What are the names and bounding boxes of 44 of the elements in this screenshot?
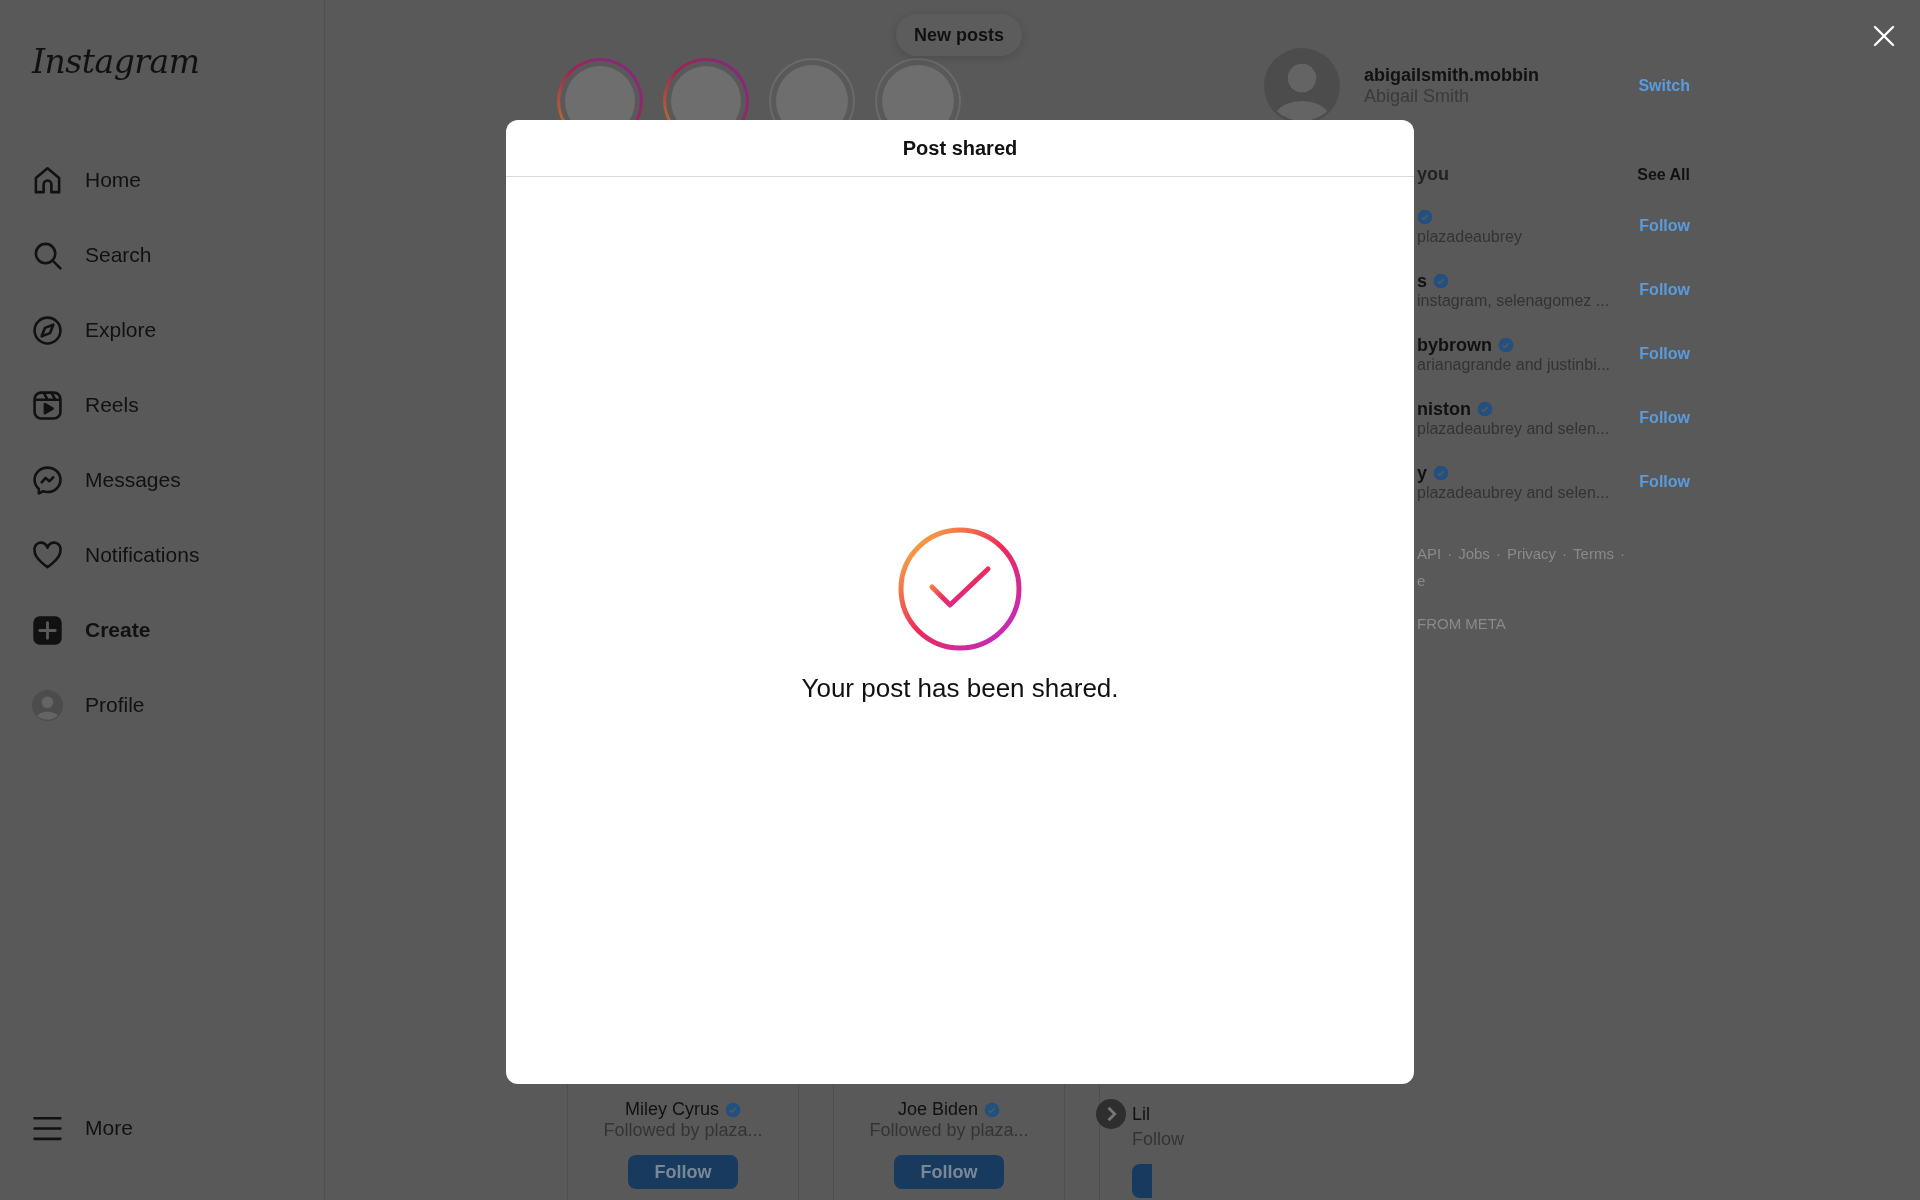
dialog-title: Post shared [902, 136, 1018, 160]
follow-button[interactable]: Follow [894, 1155, 1004, 1189]
follow-link[interactable]: Follow [1639, 473, 1690, 491]
compass-icon [32, 314, 63, 346]
plus-square-icon [32, 614, 63, 646]
separator-dot: · [1619, 545, 1625, 562]
sidebar-item[interactable]: Home [32, 155, 142, 205]
account-name: Miley Cyrus [625, 1099, 719, 1120]
more-menu-item[interactable]: More [32, 1103, 133, 1153]
sidebar-item[interactable]: Notifications [32, 530, 200, 580]
new-posts-button[interactable]: New posts [896, 14, 1023, 56]
sidebar-item[interactable]: Messages [32, 455, 181, 505]
separator-dot: · [1562, 545, 1568, 562]
sidebar-item[interactable]: Create [32, 605, 151, 655]
account-name[interactable]: niston [1417, 398, 1471, 420]
follow-button[interactable]: Follow [628, 1155, 738, 1189]
chevron-right-icon[interactable] [1096, 1099, 1126, 1129]
avatar-icon [32, 689, 63, 721]
sidebar-item[interactable]: Reels [32, 380, 139, 430]
follow-link[interactable]: Follow [1639, 345, 1690, 363]
see-all-link[interactable]: See All [1637, 165, 1690, 184]
account-name[interactable]: bybrown [1417, 334, 1492, 356]
sidebar-item[interactable]: Profile [32, 680, 145, 730]
account-name: Joe Biden [897, 1099, 979, 1120]
username[interactable]: abigailsmith.mobbin [1364, 65, 1615, 86]
heart-icon [32, 539, 63, 571]
check-circle-icon [898, 527, 1022, 651]
switch-link[interactable]: Switch [1638, 77, 1690, 95]
separator-dot: · [1447, 545, 1453, 562]
account-name: Lil [1132, 1103, 1150, 1125]
sidebar-item[interactable]: Explore [32, 305, 157, 355]
reels-icon [32, 389, 63, 421]
follow-link[interactable]: Follow [1639, 217, 1690, 235]
follow-link[interactable]: Follow [1639, 409, 1690, 427]
account-name[interactable]: s [1417, 270, 1427, 292]
close-icon[interactable] [1872, 24, 1896, 48]
instagram-logo[interactable]: Instagram [32, 42, 200, 81]
success-message: Your post has been shared. [801, 673, 1119, 704]
home-icon [32, 164, 63, 196]
follow-link[interactable]: Follow [1639, 281, 1690, 299]
sidebar-item[interactable]: Search [32, 230, 152, 280]
separator-dot: · [1495, 545, 1501, 562]
messenger-icon [32, 464, 63, 496]
account-name[interactable]: y [1417, 462, 1427, 484]
